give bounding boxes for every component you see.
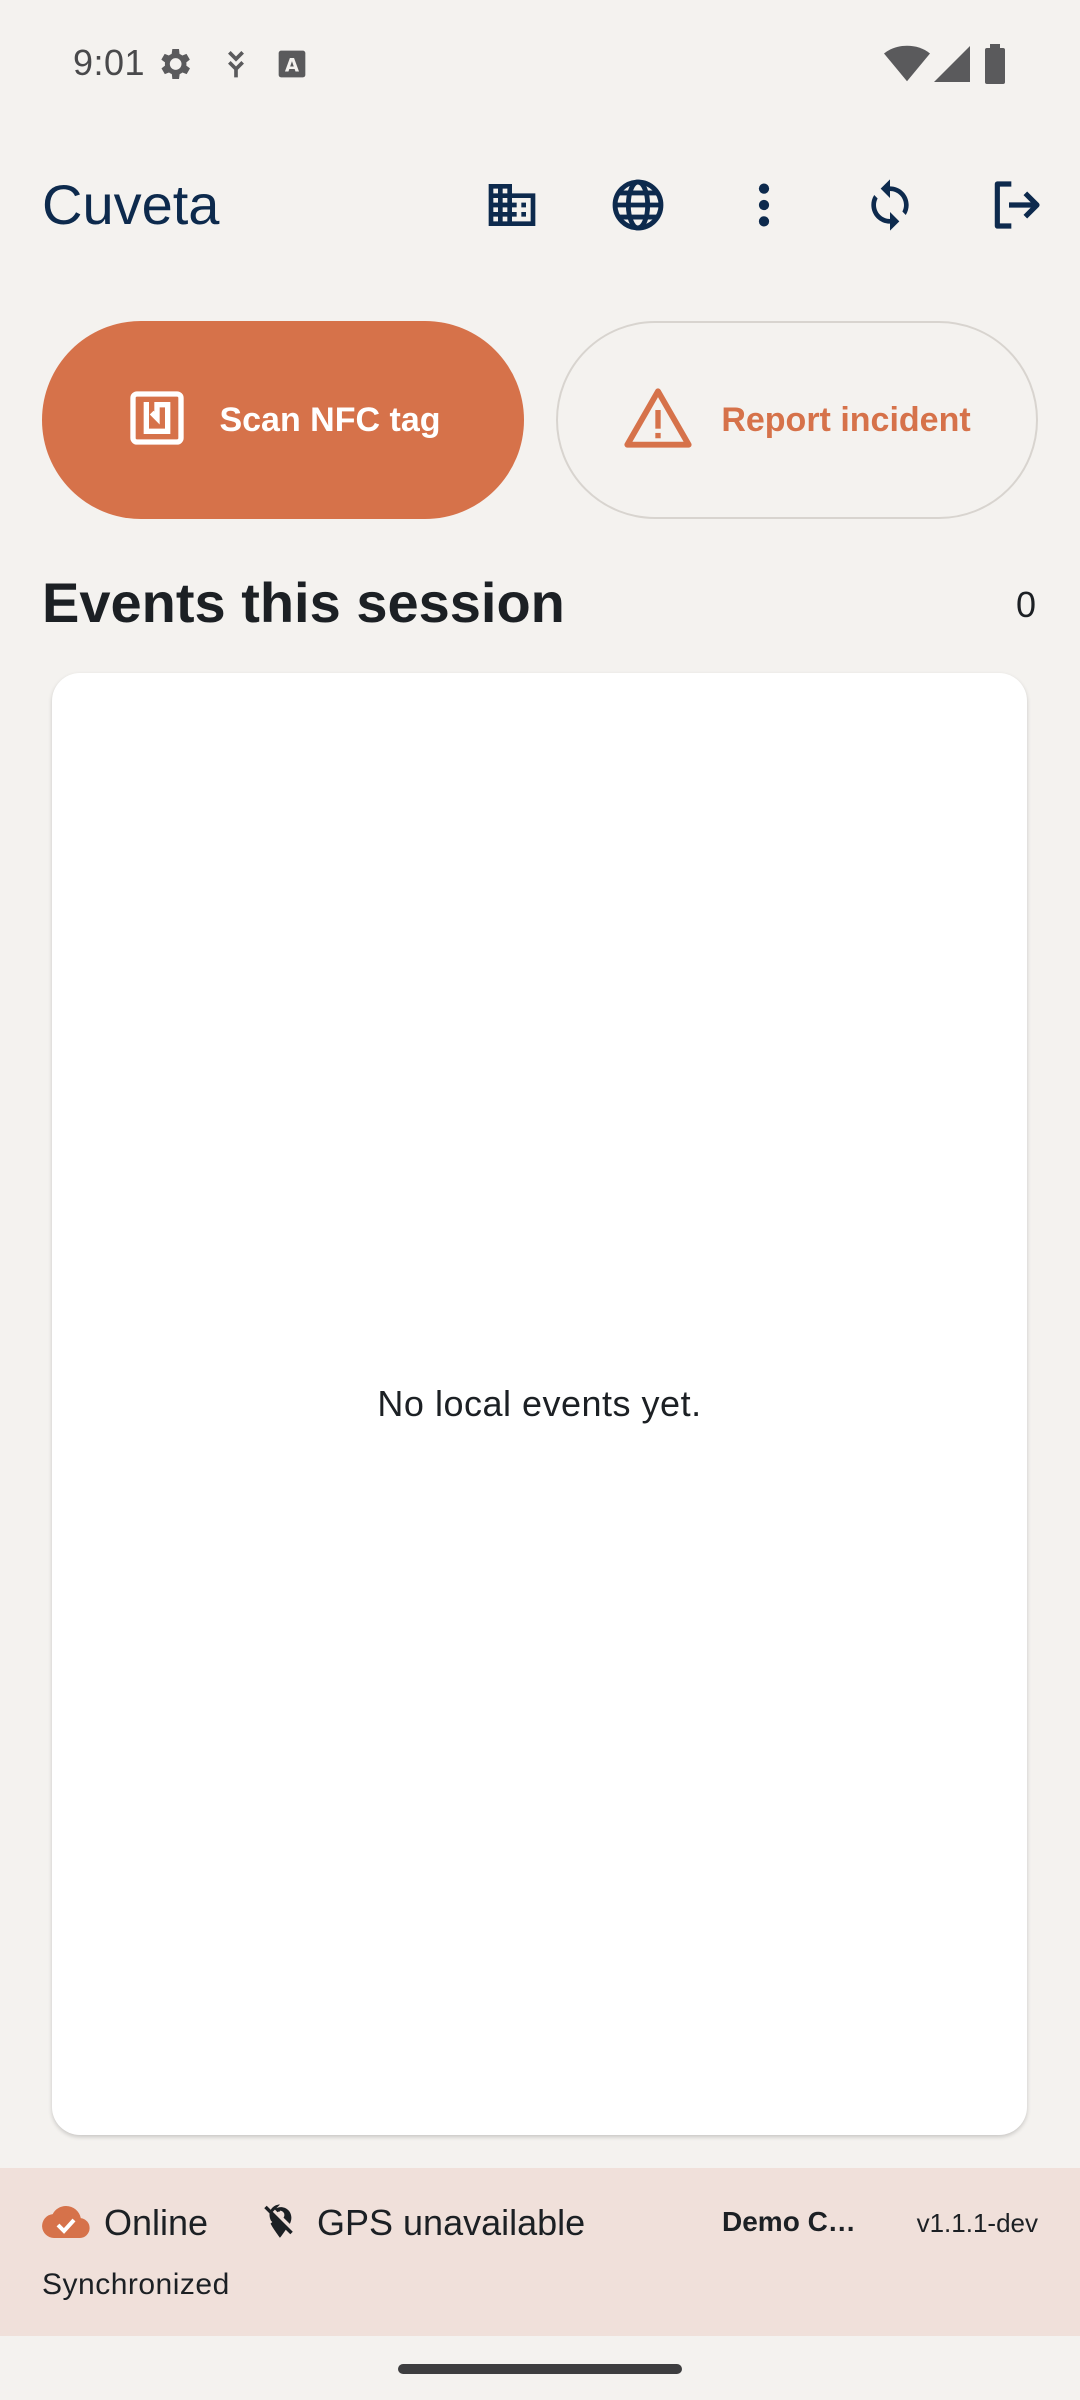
sync-icon: [862, 177, 918, 238]
more-options-button[interactable]: [732, 175, 796, 239]
gesture-navigation-bar[interactable]: [398, 2364, 682, 2374]
report-incident-label: Report incident: [721, 400, 971, 439]
download-arrow-icon: [216, 44, 256, 84]
events-list-card: No local events yet.: [52, 673, 1027, 2135]
organization-button[interactable]: [480, 175, 544, 239]
building-icon: [484, 177, 540, 238]
cloud-check-icon: [42, 2202, 90, 2247]
empty-state-message: No local events yet.: [377, 1383, 702, 1424]
app-title: Cuveta: [42, 173, 220, 236]
location-off-icon: [259, 2200, 301, 2249]
sync-status: Synchronized: [42, 2268, 230, 2301]
warning-triangle-icon: [623, 386, 693, 455]
status-time: 9:01: [73, 42, 146, 83]
wifi-icon: [884, 44, 930, 84]
svg-text:A: A: [285, 56, 300, 77]
events-count: 0: [1015, 584, 1036, 625]
app-version: v1.1.1-dev: [916, 2208, 1038, 2238]
language-button[interactable]: [606, 175, 670, 239]
more-vert-icon: [736, 177, 792, 238]
scan-nfc-label: Scan NFC tag: [219, 400, 441, 439]
status-bar: 9:01 A: [0, 0, 1080, 130]
sync-button[interactable]: [858, 175, 922, 239]
report-incident-button[interactable]: Report incident: [556, 321, 1038, 519]
status-footer: Online GPS unavailable Demo C… v1.1.1-de…: [0, 2168, 1080, 2336]
logout-button[interactable]: [984, 175, 1048, 239]
section-title: Events this session: [42, 571, 565, 634]
globe-icon: [609, 176, 667, 239]
keyboard-a-icon: A: [272, 44, 312, 84]
logout-icon: [988, 177, 1044, 238]
network-status: Online: [104, 2202, 209, 2243]
organization-name: Demo C…: [722, 2206, 856, 2237]
nfc-icon: [125, 386, 189, 455]
cell-signal-icon: [932, 44, 972, 84]
gps-status: GPS unavailable: [317, 2202, 586, 2243]
app-bar: Cuveta: [0, 150, 1080, 260]
battery-icon: [980, 44, 1010, 84]
settings-gear-icon: [154, 44, 194, 84]
scan-nfc-button[interactable]: Scan NFC tag: [42, 321, 524, 519]
